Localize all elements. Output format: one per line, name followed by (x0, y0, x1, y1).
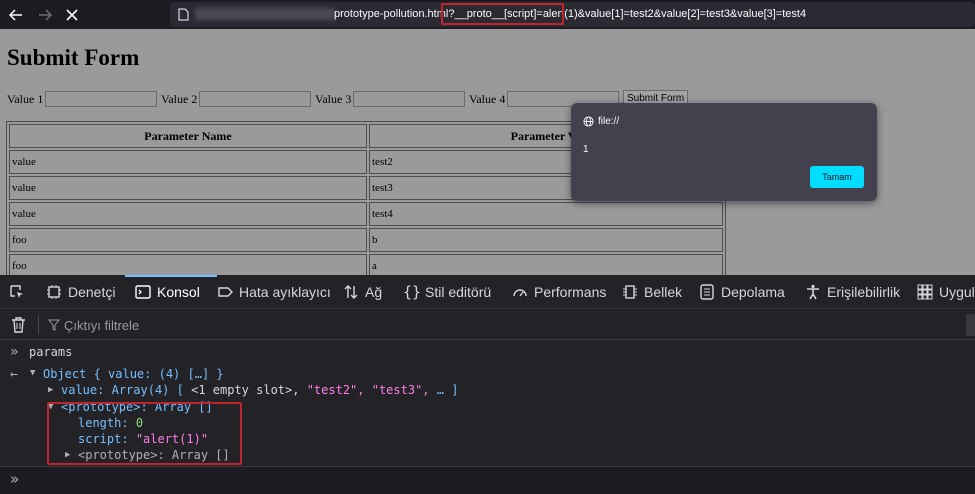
input-prompt-icon: » (10, 344, 19, 360)
table-row: foo b (9, 228, 723, 252)
style-editor-icon: {} (403, 282, 422, 301)
value-empty-slot: <1 empty slot>, (191, 383, 300, 397)
value-2-input[interactable] (199, 91, 311, 107)
tab-performance[interactable]: Performans (512, 275, 606, 308)
table-cell: value (9, 202, 367, 226)
accessibility-icon (807, 284, 819, 299)
prompt-icon: » (10, 470, 20, 488)
prototype-highlight-box (47, 402, 242, 465)
value-1-input[interactable] (45, 91, 157, 107)
devtools-tabbar: Denetçi Konsol Hata ayıklayıcı Ağ {} Sti… (0, 275, 975, 309)
performance-icon (513, 288, 527, 296)
file-icon (178, 8, 189, 21)
table-cell: a (369, 254, 723, 275)
table-row: foo a (9, 254, 723, 275)
console-output: » params ← ▼ Object { value: (4) […] } ▶… (0, 340, 975, 466)
scrollbar[interactable] (966, 314, 975, 336)
url-highlight-box (441, 3, 564, 25)
value-type: Array(4) (111, 383, 170, 397)
tab-label: Bellek (644, 283, 683, 300)
tab-label: Hata ayıklayıcı (239, 283, 331, 300)
forward-arrow-icon (39, 9, 53, 21)
dialog-origin-text: file:// (598, 116, 620, 127)
globe-icon (583, 116, 594, 127)
value-key: value: (61, 383, 105, 397)
tab-label: Stil editörü (425, 283, 492, 300)
tab-debugger[interactable]: Hata ayıklayıcı (217, 275, 331, 308)
ok-button[interactable]: Tamam (810, 166, 864, 188)
value-item: "test3", (371, 383, 430, 397)
table-cell: foo (9, 228, 367, 252)
table-cell: value (9, 150, 367, 174)
tab-storage[interactable]: Depolama (699, 275, 785, 308)
trash-icon[interactable] (10, 316, 27, 334)
tab-label: Performans (534, 283, 607, 300)
value-1-label: Value 1 (7, 92, 44, 106)
tab-application[interactable]: Uygul (917, 275, 975, 308)
tab-network[interactable]: Ağ (343, 275, 382, 308)
tab-label: Depolama (721, 283, 785, 300)
blurred-path (195, 8, 335, 20)
debugger-icon (218, 286, 233, 297)
tab-style-editor[interactable]: {} Stil editörü (403, 275, 491, 308)
tab-label: Erişilebilirlik (827, 283, 901, 300)
filter-icon (48, 319, 60, 331)
tab-label: Denetçi (68, 283, 116, 300)
memory-icon (623, 284, 637, 299)
table-cell: test4 (369, 202, 723, 226)
value-item: "test2", (306, 383, 365, 397)
value-4-label: Value 4 (469, 92, 506, 106)
expand-triangle-icon[interactable]: ▼ (30, 368, 35, 378)
close-icon (66, 9, 78, 21)
inspector-icon (47, 284, 61, 299)
tab-memory[interactable]: Bellek (622, 275, 682, 308)
filter-input[interactable]: Çıktıyı filtrele (64, 318, 139, 333)
tab-accessibility[interactable]: Erişilebilirlik (805, 275, 900, 308)
console-input[interactable]: » (0, 466, 975, 494)
dialog-message: 1 (583, 144, 589, 155)
tab-label: Ağ (365, 283, 383, 300)
console-input-echo: params (29, 345, 73, 359)
collapse-triangle-icon[interactable]: ▶ (48, 385, 53, 395)
object-summary[interactable]: Object { value: (4) […] } (43, 367, 224, 381)
value-rest: … ] (436, 383, 459, 397)
divider (38, 316, 39, 334)
tab-label: Uygul (939, 283, 975, 300)
table-cell: b (369, 228, 723, 252)
stop-button[interactable] (61, 4, 83, 26)
storage-icon (700, 283, 714, 300)
picker-icon (10, 284, 23, 298)
back-arrow-icon (8, 9, 22, 21)
result-arrow-icon: ← (10, 367, 18, 382)
element-picker-button[interactable] (9, 275, 25, 308)
tab-console[interactable]: Konsol (125, 275, 217, 308)
application-icon (917, 284, 933, 299)
table-row: value test4 (9, 202, 723, 226)
address-text: prototype-pollution.html?__proto__[scrip… (334, 8, 807, 20)
value-2-label: Value 2 (161, 92, 198, 106)
browser-toolbar: prototype-pollution.html?__proto__[scrip… (0, 0, 975, 29)
value-3-label: Value 3 (315, 92, 352, 106)
value-open-bracket: [ (176, 383, 184, 397)
forward-button[interactable] (34, 4, 56, 26)
alert-dialog: file:// 1 Tamam (571, 103, 877, 201)
column-header: Parameter Name (9, 124, 367, 148)
console-icon (135, 284, 151, 299)
dialog-origin: file:// (583, 116, 619, 127)
page-title: Submit Form (7, 45, 140, 70)
table-cell: foo (9, 254, 367, 275)
value-property-line[interactable]: value: Array(4) [ <1 empty slot>, "test2… (61, 383, 458, 397)
tab-label: Konsol (157, 283, 200, 300)
console-toolbar: Çıktıyı filtrele (0, 310, 975, 340)
back-button[interactable] (5, 4, 27, 26)
table-cell: value (9, 176, 367, 200)
tab-inspector[interactable]: Denetçi (46, 275, 115, 308)
network-icon (344, 284, 358, 299)
value-3-input[interactable] (353, 91, 465, 107)
